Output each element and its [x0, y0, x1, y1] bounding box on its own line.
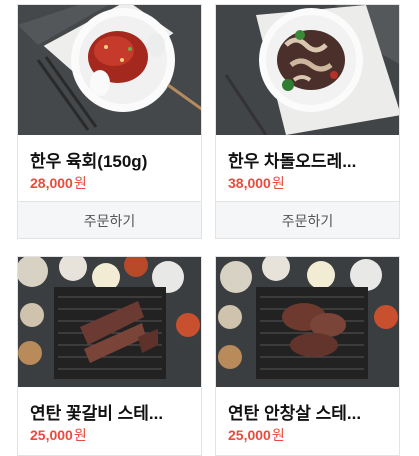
price-currency: 원	[271, 427, 285, 443]
product-card[interactable]: 연탄 꽃갈비 스테... 25,000원	[17, 256, 202, 456]
product-title[interactable]: 연탄 안창살 스테...	[228, 399, 388, 424]
product-image-brisket-stirfry[interactable]	[216, 5, 399, 135]
product-image-grilled-skirt-steak[interactable]	[216, 257, 399, 387]
order-button[interactable]: 주문하기	[18, 201, 201, 238]
price-amount: 38,000	[228, 175, 271, 191]
price-currency: 원	[73, 427, 87, 443]
product-price: 25,000원	[228, 425, 285, 445]
product-image-grilled-rib-steak[interactable]	[18, 257, 201, 387]
product-price: 38,000원	[228, 173, 285, 193]
price-currency: 원	[271, 175, 285, 191]
order-button[interactable]: 주문하기	[216, 201, 399, 238]
price-currency: 원	[73, 175, 87, 191]
product-title[interactable]: 연탄 꽃갈비 스테...	[30, 399, 190, 424]
product-card[interactable]: 한우 육회(150g) 28,000원 주문하기	[17, 4, 202, 239]
product-card[interactable]: 한우 차돌오드레... 38,000원 주문하기	[215, 4, 400, 239]
product-price: 25,000원	[30, 425, 87, 445]
product-title[interactable]: 한우 육회(150g)	[30, 147, 190, 172]
product-image-beef-tartare[interactable]	[18, 5, 201, 135]
product-title[interactable]: 한우 차돌오드레...	[228, 147, 388, 172]
price-amount: 25,000	[228, 427, 271, 443]
price-amount: 28,000	[30, 175, 73, 191]
price-amount: 25,000	[30, 427, 73, 443]
product-card[interactable]: 연탄 안창살 스테... 25,000원	[215, 256, 400, 456]
product-price: 28,000원	[30, 173, 87, 193]
